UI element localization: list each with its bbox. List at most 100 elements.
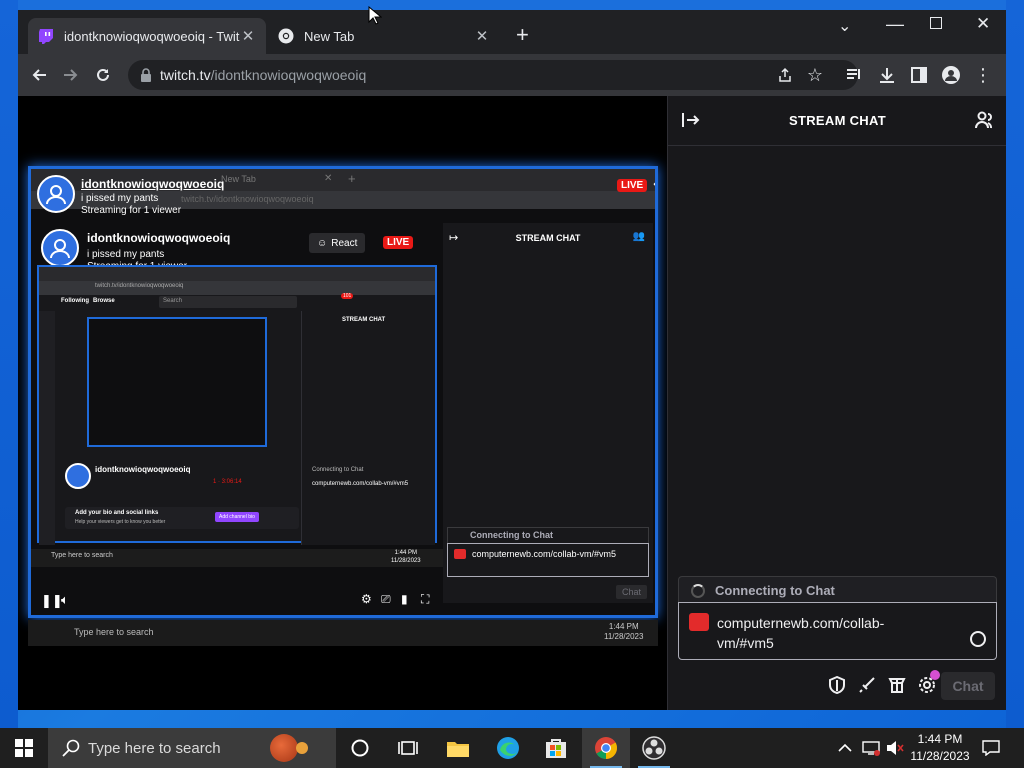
level3-tabstrip xyxy=(39,267,435,281)
menu-kebab-icon[interactable]: ⋮ xyxy=(972,64,994,86)
avatar xyxy=(65,463,91,489)
edge-icon[interactable] xyxy=(484,728,532,768)
chat-actions: Chat xyxy=(668,670,1006,700)
level3-streamer: idontknowioqwoqwoeoiq xyxy=(95,465,191,474)
media-controls-icon[interactable] xyxy=(844,64,866,86)
clip-icon[interactable]: ⎚ xyxy=(381,592,391,607)
level3-nav: Following Browse Search 101 xyxy=(39,293,435,311)
record-icon xyxy=(689,613,709,631)
nested-chat-pane: ↦ STREAM CHAT 👥 Connecting to Chat compu… xyxy=(443,223,653,603)
avatar xyxy=(41,229,79,267)
show-hidden-icons-chevron-icon[interactable] xyxy=(838,728,852,768)
emote-picker-icon[interactable] xyxy=(970,631,986,647)
close-tab-icon[interactable]: ✕ xyxy=(474,27,490,45)
nested-taskbar: Type here to search 1:44 PM 11/28/2023 xyxy=(31,549,443,567)
level3-toolbar: twitch.tv/idontknowioqwoqwoeoiq xyxy=(39,281,435,295)
microsoft-store-icon[interactable] xyxy=(532,728,580,768)
profile-icon[interactable] xyxy=(940,64,962,86)
share-icon[interactable] xyxy=(774,64,796,86)
tab-search-icon[interactable]: ⌄ xyxy=(838,16,851,36)
mod-tools-sword-icon[interactable] xyxy=(858,676,876,694)
task-view-icon[interactable] xyxy=(384,728,432,768)
nested-users-icon: 👥 xyxy=(632,231,645,242)
lock-icon xyxy=(141,68,151,82)
notification-dot xyxy=(930,670,940,680)
avatar[interactable] xyxy=(37,175,75,213)
chat-status-text: Connecting to Chat xyxy=(715,583,835,598)
community-icon[interactable] xyxy=(975,111,993,134)
reload-icon[interactable] xyxy=(92,64,114,86)
desktop-background-right xyxy=(1006,0,1024,728)
maximize-icon[interactable] xyxy=(930,16,942,34)
bookmark-star-icon[interactable]: ☆ xyxy=(804,64,826,86)
react-icon: ☺ xyxy=(317,237,328,249)
side-panel-icon[interactable] xyxy=(908,64,930,86)
chat-input[interactable]: computernewb.com/collab-vm/#vm5 xyxy=(678,602,997,660)
stream-title: i pissed my pants xyxy=(81,193,159,204)
new-tab-button[interactable]: + xyxy=(516,24,529,46)
tab-title: idontknowioqwoqwoeoiq - Twitch xyxy=(64,28,240,44)
notification-center-icon[interactable] xyxy=(982,728,1000,768)
theatre-mode-icon[interactable]: ▮ xyxy=(401,592,408,606)
tab-title: New Tab xyxy=(304,28,355,44)
bio-sub: Help your viewers get to know you better xyxy=(75,519,166,525)
url-path: /idontknowioqwoqwoeoiq xyxy=(210,67,367,83)
level3-url: twitch.tv/idontknowioqwoqwoeoiq xyxy=(95,283,184,289)
system-clock[interactable]: 1:44 PM 11/28/2023 xyxy=(900,731,980,765)
url-text: twitch.tv/idontknowioqwoqwoeoiq xyxy=(160,67,366,83)
start-button[interactable] xyxy=(0,728,48,768)
tab-twitch[interactable]: idontknowioqwoqwoeoiq - Twitch ✕ xyxy=(28,18,266,54)
network-icon[interactable] xyxy=(862,728,880,768)
level3-sidenav xyxy=(39,311,55,545)
taskbar-search-box[interactable]: Type here to search xyxy=(48,728,336,768)
tab-new-tab[interactable]: New Tab ✕ xyxy=(268,18,500,54)
settings-icon[interactable]: ⚙ xyxy=(361,592,372,606)
collapse-icon[interactable]: ↤ xyxy=(653,177,655,191)
windows-taskbar: Type here to search 1:44 PM 11/28/2023 xyxy=(0,728,1024,768)
level3-browse: Browse xyxy=(93,298,115,304)
nested-chat-send: Chat xyxy=(615,585,647,599)
level3-chat-title: STREAM CHAT xyxy=(342,317,386,323)
live-badge: LIVE xyxy=(617,179,648,192)
level3-notif-count: 101 xyxy=(341,293,354,299)
react-button[interactable]: ☺ React xyxy=(309,233,366,253)
level3-chat-status: Connecting to Chat xyxy=(312,467,364,473)
volume-icon[interactable]: 🔈︎ xyxy=(61,592,69,608)
react-label: React xyxy=(331,237,358,249)
file-explorer-icon[interactable] xyxy=(434,728,482,768)
chrome-taskbar-icon[interactable] xyxy=(582,728,630,768)
gift-icon[interactable] xyxy=(888,676,906,694)
back-icon[interactable] xyxy=(28,64,50,86)
forward-icon[interactable] xyxy=(60,64,82,86)
nested-chat-status: Connecting to Chat xyxy=(447,527,649,543)
clock-time: 1:44 PM xyxy=(917,732,963,746)
level3-following: Following xyxy=(61,298,89,304)
download-icon[interactable] xyxy=(876,64,898,86)
minimize-icon[interactable]: — xyxy=(886,14,904,35)
address-bar[interactable]: twitch.tv/idontknowioqwoqwoeoiq ☆ xyxy=(128,60,858,90)
nested-level-3: twitch.tv/idontknowioqwoqwoeoiq Followin… xyxy=(37,265,437,545)
nested-stream-title: i pissed my pants xyxy=(87,249,165,260)
nested-rec-icon xyxy=(454,549,466,559)
close-window-icon[interactable]: ✕ xyxy=(976,14,990,34)
chat-send-button[interactable]: Chat xyxy=(941,672,995,700)
obs-studio-icon[interactable] xyxy=(630,728,678,768)
nested-clock: 1:44 PM 11/28/2023 xyxy=(391,550,421,564)
twitch-icon xyxy=(38,28,54,44)
task-view-cortana-icon[interactable] xyxy=(336,728,384,768)
pause-icon[interactable]: ❚❚ xyxy=(41,593,63,609)
twitch-page: New Tab ✕ + twitch.tv/idontknowioqwoqwoe… xyxy=(18,96,1006,710)
level3-stats: 1 · 3:06:14 xyxy=(213,479,242,485)
close-tab-icon[interactable]: ✕ xyxy=(240,27,256,45)
streamer-name[interactable]: idontknowioqwoqwoeoiq xyxy=(81,177,224,191)
nested-chat-input-text: computernewb.com/collab-vm/#vm5 xyxy=(472,549,617,559)
video-player[interactable]: New Tab ✕ + twitch.tv/idontknowioqwoqwoe… xyxy=(18,96,666,710)
moderation-shield-icon[interactable] xyxy=(828,676,846,694)
level3-bio-banner: Add your bio and social links Help your … xyxy=(65,507,299,529)
fullscreen-icon[interactable]: ⛶ xyxy=(421,592,429,607)
nested-taskbar-search: Type here to search xyxy=(51,552,113,559)
chrome-icon xyxy=(278,28,294,44)
windows-logo-icon xyxy=(15,739,33,757)
captured-taskbar-search: Type here to search xyxy=(74,627,154,637)
chat-input-text: computernewb.com/collab-vm/#vm5 xyxy=(717,615,885,651)
